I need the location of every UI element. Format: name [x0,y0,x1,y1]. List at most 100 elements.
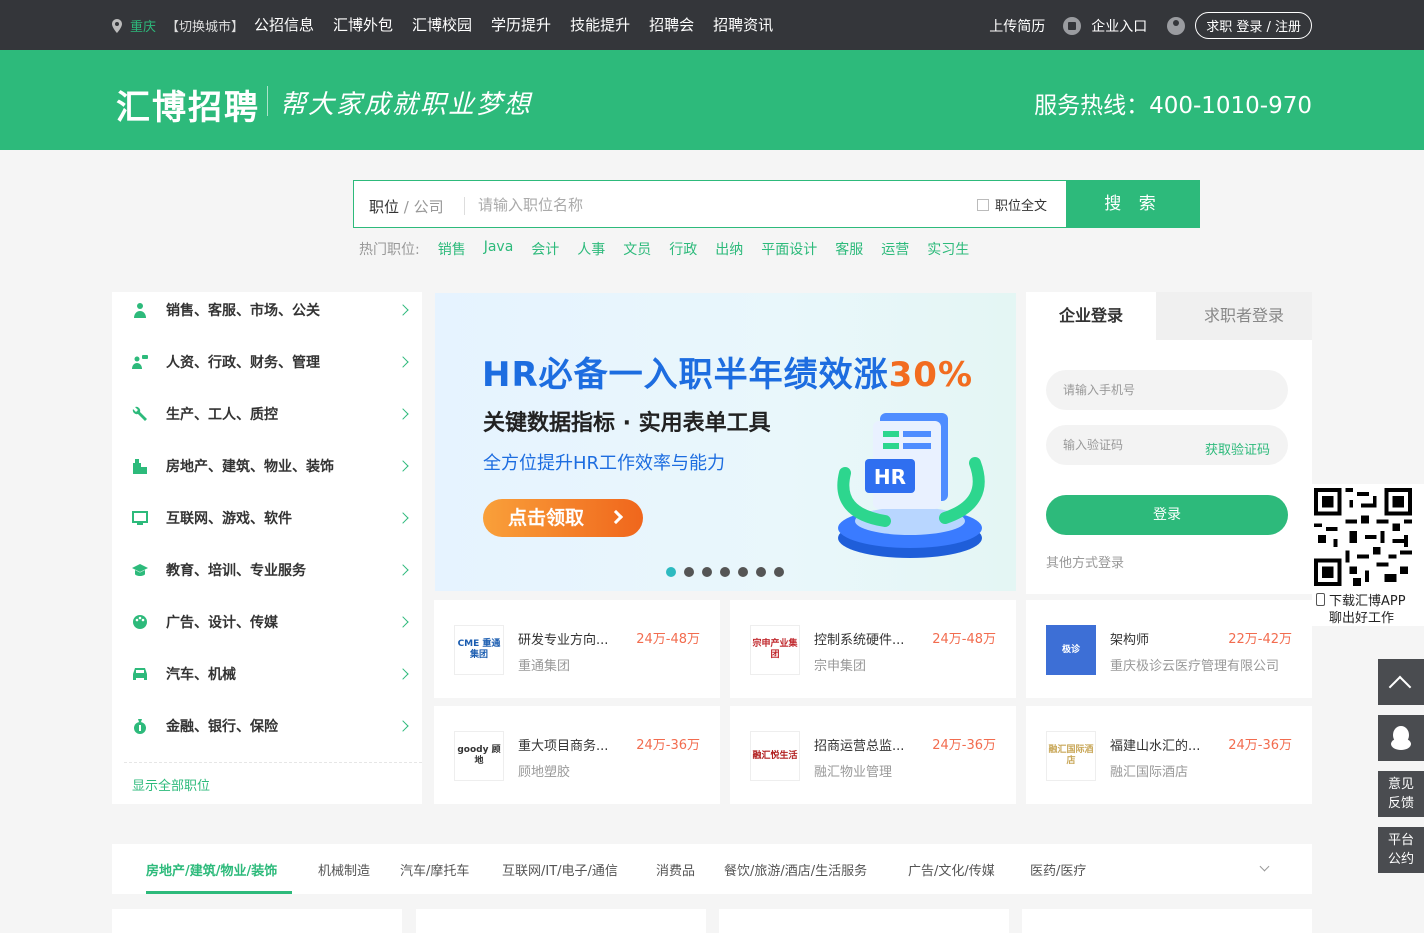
category-item[interactable]: 互联网、游戏、软件 [112,500,422,552]
hot-tag[interactable]: 运营 [881,239,909,259]
job-card[interactable]: 融汇国际酒店 福建山水汇的... 24万-36万 融汇国际酒店 [1026,706,1312,804]
location-pin-icon [112,18,122,33]
nav-job-fair[interactable]: 招聘会 [649,14,694,35]
nav-education[interactable]: 学历提升 [491,14,551,35]
carousel-dot[interactable] [774,567,784,577]
car-icon [132,666,148,682]
search-button[interactable]: 搜 索 [1066,180,1200,228]
nav-public-recruitment[interactable]: 公招信息 [254,14,314,35]
carousel-dot[interactable] [666,567,676,577]
job-salary: 24万-36万 [636,738,700,753]
banner-headline-percent: 30% [888,355,974,395]
banner-cta-button[interactable]: 点击领取 [483,499,643,537]
feedback-button[interactable]: 意见反馈 [1378,771,1424,817]
tab-industry[interactable]: 消费品 [656,860,695,879]
hot-tag[interactable]: Java [484,239,514,259]
hot-tag[interactable]: 人事 [577,239,605,259]
industry-tabs: 房地产/建筑/物业/装饰 机械制造 汽车/摩托车 互联网/IT/电子/通信 消费… [112,844,1312,894]
hot-tag[interactable]: 实习生 [927,239,969,259]
carousel-dot[interactable] [738,567,748,577]
hot-tag[interactable]: 销售 [438,239,466,259]
category-item[interactable]: 教育、培训、专业服务 [112,552,422,604]
money-bag-icon [132,718,148,734]
tab-enterprise-login[interactable]: 企业登录 [1026,292,1156,340]
promo-banner[interactable]: HR必备一入职半年绩效涨30% 关键数据指标 · 实用表单工具 全方位提升HR工… [435,293,1016,591]
category-item[interactable]: 生产、工人、质控 [112,396,422,448]
enterprise-entry-link[interactable]: 企业入口 [1091,16,1147,36]
category-item[interactable]: 销售、客服、市场、公关 [112,292,422,344]
company-card[interactable] [719,909,1009,933]
tab-industry[interactable]: 餐饮/旅游/酒店/生活服务 [724,860,867,879]
job-card[interactable]: 融汇悦生活 招商运营总监... 24万-36万 融汇物业管理 [730,706,1016,804]
tab-industry[interactable]: 互联网/IT/电子/通信 [502,860,618,879]
switch-city-link[interactable]: 【切换城市】 [166,16,244,35]
category-item[interactable]: 人资、行政、财务、管理 [112,344,422,396]
monitor-icon [132,510,148,526]
get-code-button[interactable]: 获取验证码 [1205,439,1270,458]
category-item[interactable]: 汽车、机械 [112,656,422,708]
job-title: 招商运营总监... [814,739,905,754]
tab-industry[interactable]: 广告/文化/传媒 [908,860,995,879]
fulltext-checkbox[interactable]: 职位全文 [977,195,1047,214]
company-card[interactable] [112,909,402,933]
city-selector[interactable]: 重庆 【切换城市】 [112,16,244,35]
chevron-down-icon[interactable] [1259,861,1270,872]
job-company: 顾地塑胶 [518,765,571,780]
qr-slogan: 聊出好工作 [1329,611,1395,626]
hot-tag[interactable]: 客服 [835,239,863,259]
job-card[interactable]: 宗申产业集团 控制系统硬件... 24万-48万 宗申集团 [730,600,1016,698]
hot-tag[interactable]: 出纳 [715,239,743,259]
category-item[interactable]: 金融、银行、保险 [112,708,422,760]
active-tab-underline [146,891,292,894]
search-type-company: / 公司 [399,198,444,216]
logo-divider [267,86,268,116]
company-logo: 融汇国际酒店 [1046,731,1096,781]
enterprise-icon [1063,16,1082,35]
login-submit-button[interactable]: 登录 [1046,495,1288,535]
back-to-top-button[interactable] [1378,659,1424,705]
hot-tag[interactable]: 平面设计 [761,239,817,259]
top-right-actions: 上传简历 企业入口 求职 登录 / 注册 [989,12,1312,39]
search-input[interactable] [478,191,958,219]
tab-industry[interactable]: 医药/医疗 [1030,860,1086,879]
nav-skills[interactable]: 技能提升 [570,14,630,35]
chevron-right-icon [397,460,409,472]
carousel-dot[interactable] [702,567,712,577]
category-item[interactable]: 广告、设计、传媒 [112,604,422,656]
upload-resume-link[interactable]: 上传简历 [989,16,1045,36]
search-type-position: 职位 [369,198,400,216]
show-all-positions-link[interactable]: 显示全部职位 [132,775,210,794]
other-login-link[interactable]: 其他方式登录 [1046,552,1124,571]
job-card[interactable]: 极诊 架构师 22万-42万 重庆极诊云医疗管理有限公司 [1026,600,1312,698]
carousel-dot[interactable] [756,567,766,577]
tab-industry[interactable]: 机械制造 [318,860,370,879]
hot-tag[interactable]: 文员 [623,239,651,259]
nav-campus[interactable]: 汇博校园 [412,14,472,35]
site-header: 汇博招聘 帮大家成就职业梦想 服务热线：400-1010-970 [0,50,1424,150]
site-logo[interactable]: 汇博招聘 [116,80,260,129]
phone-input[interactable] [1046,370,1288,410]
hot-tag[interactable]: 会计 [531,239,559,259]
user-icon [1167,16,1186,35]
company-card[interactable] [1022,909,1312,933]
nav-outsourcing[interactable]: 汇博外包 [333,14,393,35]
carousel-dot[interactable] [684,567,694,577]
tab-industry[interactable]: 汽车/摩托车 [400,860,469,879]
company-logo: CME 重通集团 [454,625,504,675]
search-separator [464,197,465,215]
job-card[interactable]: CME 重通集团 研发专业方向... 24万-48万 重通集团 [434,600,720,698]
company-card[interactable] [416,909,706,933]
search-type-selector[interactable]: 职位 / 公司 [369,196,444,217]
tab-industry[interactable]: 房地产/建筑/物业/装饰 [146,860,277,879]
people-icon [132,354,148,370]
job-card[interactable]: goody 顾地 重大项目商务... 24万-36万 顾地塑胶 [434,706,720,804]
carousel-dot[interactable] [720,567,730,577]
platform-rules-button[interactable]: 平台公约 [1378,827,1424,873]
nav-news[interactable]: 招聘资讯 [713,14,773,35]
category-item[interactable]: 房地产、建筑、物业、装饰 [112,448,422,500]
tab-jobseeker-login[interactable]: 求职者登录 [1176,292,1312,340]
chat-button[interactable] [1378,715,1424,761]
current-city: 重庆 [130,20,157,35]
hot-tag[interactable]: 行政 [669,239,697,259]
login-register-button[interactable]: 求职 登录 / 注册 [1195,12,1312,39]
